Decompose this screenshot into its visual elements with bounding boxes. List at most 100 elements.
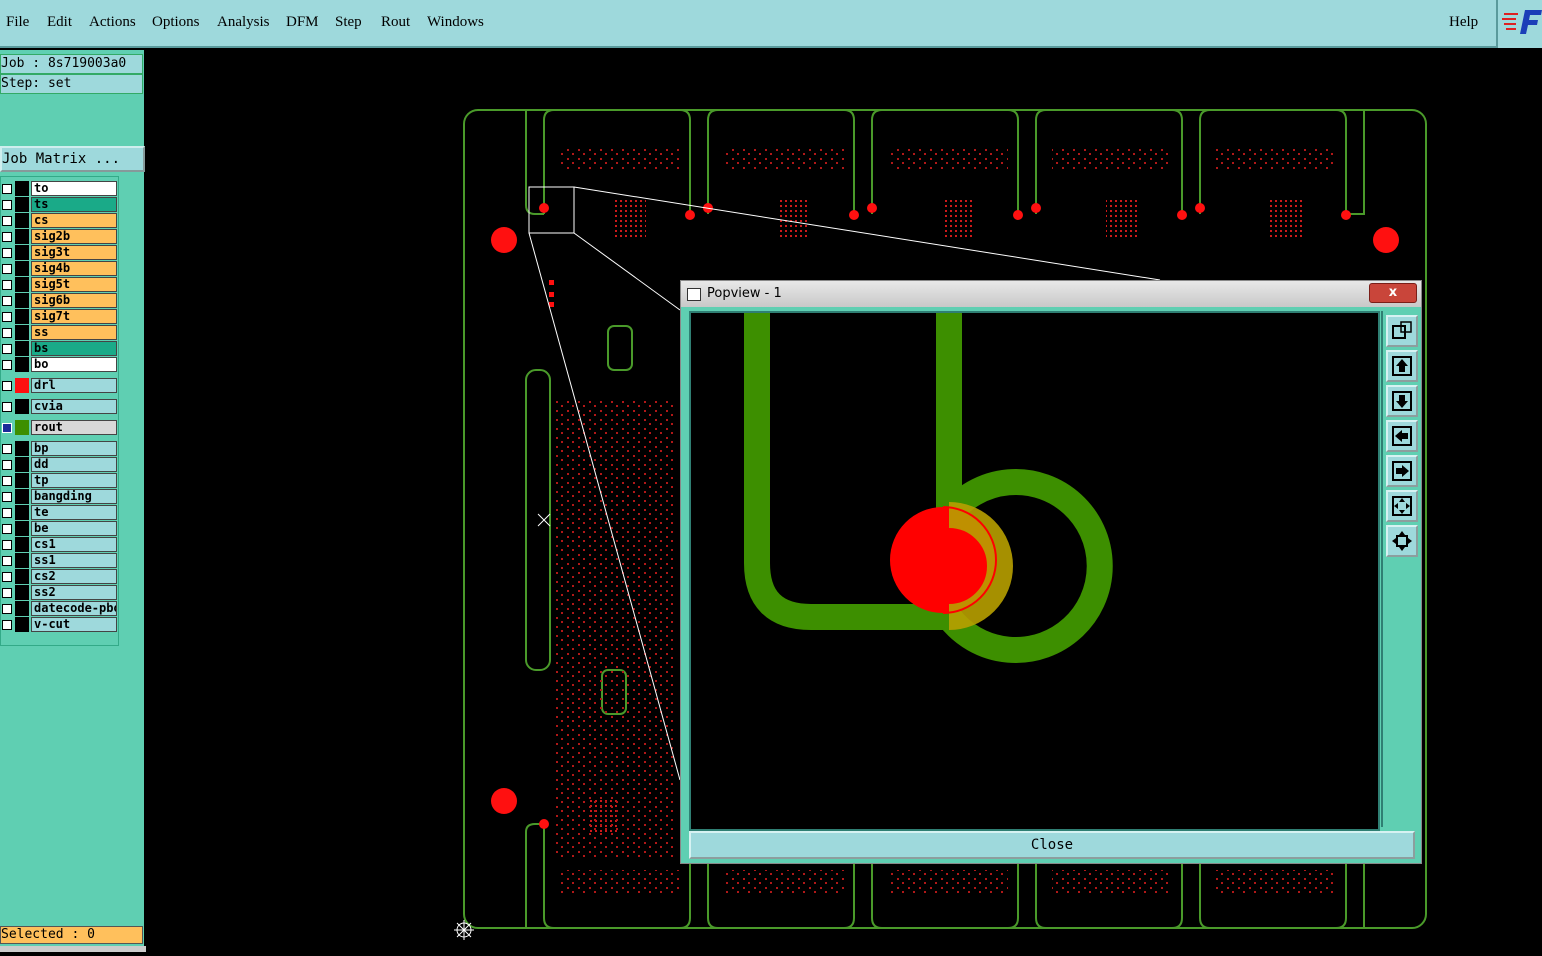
layer-checkbox[interactable] bbox=[2, 476, 12, 486]
popview-canvas[interactable] bbox=[689, 311, 1380, 831]
layer-checkbox[interactable] bbox=[2, 556, 12, 566]
layer-row-rout[interactable]: rout bbox=[1, 420, 118, 435]
close-button[interactable]: Close bbox=[689, 831, 1415, 859]
layer-checkbox-checked[interactable] bbox=[2, 423, 12, 433]
menu-dfm[interactable]: DFM bbox=[286, 14, 319, 31]
zoom-fit-button[interactable] bbox=[1386, 315, 1418, 347]
layer-checkbox[interactable] bbox=[2, 588, 12, 598]
pan-left-button[interactable] bbox=[1386, 420, 1418, 452]
layer-row[interactable]: ts bbox=[1, 197, 118, 212]
layer-row-drl[interactable]: drl bbox=[1, 378, 118, 393]
layer-row[interactable]: datecode-pbo bbox=[1, 601, 118, 616]
layer-row[interactable]: ss1 bbox=[1, 553, 118, 568]
layer-row[interactable]: te bbox=[1, 505, 118, 520]
layer-checkbox[interactable] bbox=[2, 264, 12, 274]
layer-panel: Job : 8s719003a0 Step: set Job Matrix ..… bbox=[0, 50, 145, 952]
layer-row[interactable]: dd bbox=[1, 457, 118, 472]
zoom-out-button[interactable] bbox=[1386, 525, 1418, 557]
layer-name: sig3t bbox=[31, 245, 117, 260]
zoom-in-button[interactable] bbox=[1386, 490, 1418, 522]
layer-swatch bbox=[15, 553, 29, 568]
layer-checkbox[interactable] bbox=[2, 296, 12, 306]
layer-row[interactable]: be bbox=[1, 521, 118, 536]
layer-checkbox[interactable] bbox=[2, 232, 12, 242]
layer-name: sig7t bbox=[31, 309, 117, 324]
layer-checkbox[interactable] bbox=[2, 344, 12, 354]
arrow-right-icon bbox=[1392, 461, 1412, 481]
layer-swatch bbox=[15, 181, 29, 196]
pan-down-button[interactable] bbox=[1386, 385, 1418, 417]
menu-edit[interactable]: Edit bbox=[47, 14, 72, 31]
popview-titlebar[interactable]: Popview - 1 x bbox=[681, 281, 1421, 307]
layer-checkbox[interactable] bbox=[2, 248, 12, 258]
layer-row[interactable]: bs bbox=[1, 341, 118, 356]
job-matrix-button[interactable]: Job Matrix ... bbox=[0, 146, 145, 172]
layer-checkbox[interactable] bbox=[2, 540, 12, 550]
layer-swatch bbox=[15, 325, 29, 340]
zoom-in-icon bbox=[1392, 496, 1412, 516]
menu-step[interactable]: Step bbox=[335, 14, 362, 31]
layer-checkbox[interactable] bbox=[2, 508, 12, 518]
pan-up-button[interactable] bbox=[1386, 350, 1418, 382]
layer-row[interactable]: sig6b bbox=[1, 293, 118, 308]
zoom-window-icon bbox=[1392, 321, 1412, 339]
layer-checkbox[interactable] bbox=[2, 200, 12, 210]
layer-swatch bbox=[15, 197, 29, 212]
layer-row[interactable]: ss bbox=[1, 325, 118, 340]
layer-row[interactable]: cs2 bbox=[1, 569, 118, 584]
layer-checkbox[interactable] bbox=[2, 460, 12, 470]
layer-checkbox[interactable] bbox=[2, 402, 12, 412]
layer-row[interactable]: sig2b bbox=[1, 229, 118, 244]
layer-row[interactable]: bo bbox=[1, 357, 118, 372]
layer-checkbox[interactable] bbox=[2, 492, 12, 502]
popview-title: Popview - 1 bbox=[707, 286, 782, 301]
menu-file[interactable]: File bbox=[6, 14, 29, 31]
layer-checkbox[interactable] bbox=[2, 328, 12, 338]
layer-checkbox[interactable] bbox=[2, 312, 12, 322]
layer-swatch bbox=[15, 293, 29, 308]
layer-checkbox[interactable] bbox=[2, 620, 12, 630]
layer-checkbox[interactable] bbox=[2, 360, 12, 370]
pan-right-button[interactable] bbox=[1386, 455, 1418, 487]
layer-checkbox[interactable] bbox=[2, 604, 12, 614]
menu-analysis[interactable]: Analysis bbox=[217, 14, 270, 31]
layer-checkbox[interactable] bbox=[2, 184, 12, 194]
layer-checkbox[interactable] bbox=[2, 572, 12, 582]
layer-row[interactable]: ss2 bbox=[1, 585, 118, 600]
layer-swatch bbox=[15, 537, 29, 552]
arrow-left-icon bbox=[1392, 426, 1412, 446]
layer-row[interactable]: cs bbox=[1, 213, 118, 228]
layer-checkbox[interactable] bbox=[2, 280, 12, 290]
layer-row[interactable]: tp bbox=[1, 473, 118, 488]
menu-actions[interactable]: Actions bbox=[89, 14, 136, 31]
menu-options[interactable]: Options bbox=[152, 14, 200, 31]
layer-row[interactable]: bangding bbox=[1, 489, 118, 504]
layer-row[interactable]: v-cut bbox=[1, 617, 118, 632]
menu-windows[interactable]: Windows bbox=[427, 14, 484, 31]
layer-swatch bbox=[15, 585, 29, 600]
layer-swatch-green bbox=[15, 420, 29, 435]
layer-checkbox[interactable] bbox=[2, 444, 12, 454]
slot-outline bbox=[525, 369, 551, 671]
layer-name: ss bbox=[31, 325, 117, 340]
layer-row[interactable]: sig5t bbox=[1, 277, 118, 292]
menu-help[interactable]: Help bbox=[1449, 14, 1478, 31]
layer-swatch bbox=[15, 213, 29, 228]
layer-row[interactable]: to bbox=[1, 181, 118, 196]
layer-row[interactable]: sig7t bbox=[1, 309, 118, 324]
layer-swatch bbox=[15, 505, 29, 520]
layer-checkbox[interactable] bbox=[2, 216, 12, 226]
layer-checkbox[interactable] bbox=[2, 524, 12, 534]
layer-swatch bbox=[15, 399, 29, 414]
close-icon[interactable]: x bbox=[1369, 283, 1417, 303]
layer-row[interactable]: sig3t bbox=[1, 245, 118, 260]
layer-row[interactable]: sig4b bbox=[1, 261, 118, 276]
layer-name: cs1 bbox=[31, 537, 117, 552]
layer-checkbox[interactable] bbox=[2, 381, 12, 391]
arrow-down-icon bbox=[1392, 391, 1412, 411]
menu-rout[interactable]: Rout bbox=[381, 14, 410, 31]
layer-swatch bbox=[15, 473, 29, 488]
layer-row[interactable]: bp bbox=[1, 441, 118, 456]
layer-row[interactable]: cs1 bbox=[1, 537, 118, 552]
layer-row[interactable]: cvia bbox=[1, 399, 118, 414]
